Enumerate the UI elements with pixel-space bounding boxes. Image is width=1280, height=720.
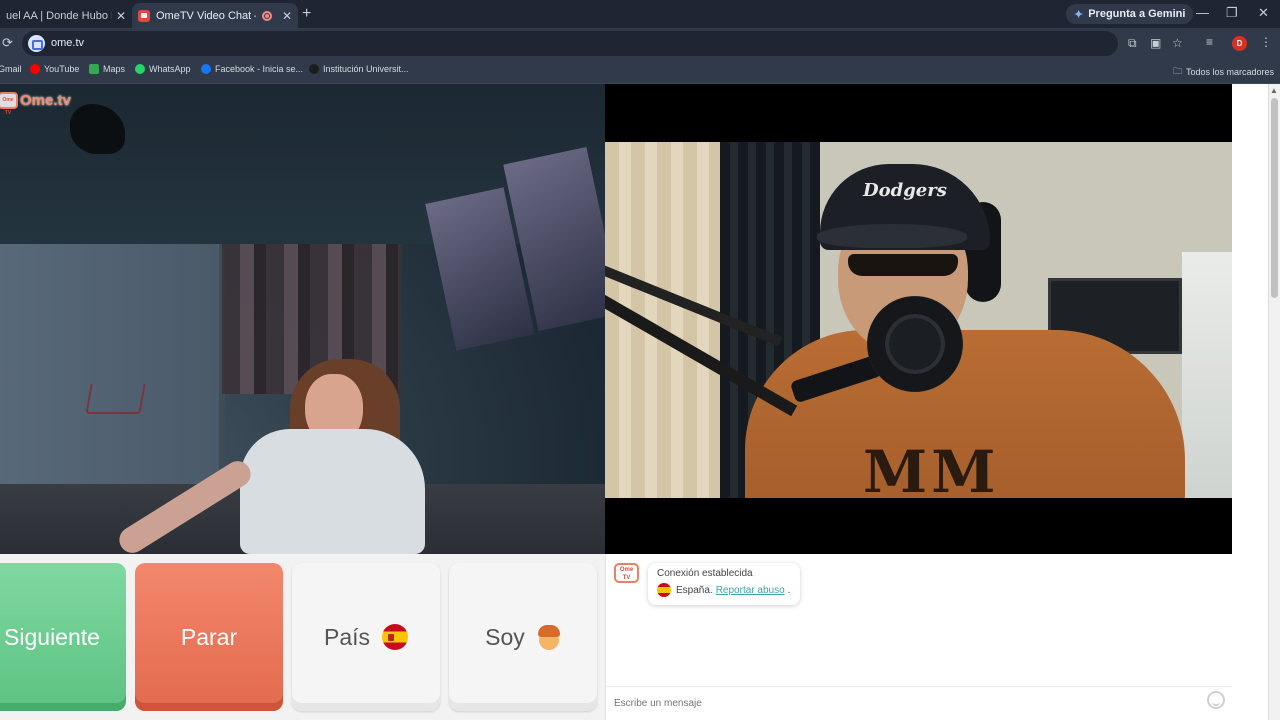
next-button[interactable]: Siguiente	[0, 563, 126, 711]
gender-button[interactable]: Soy	[449, 563, 597, 711]
translate-icon[interactable]: ⧉	[1128, 36, 1137, 51]
bookmark-institucion[interactable]: Institución Universit...	[309, 64, 409, 74]
boy-emoji-icon	[537, 624, 561, 650]
bookmark-whatsapp[interactable]: WhatsApp	[135, 64, 191, 74]
gender-label: Soy	[485, 623, 525, 650]
youtube-icon	[30, 64, 40, 74]
bookmark-star-icon[interactable]: ☆	[1172, 36, 1183, 50]
connection-status: Conexión establecida	[657, 568, 753, 579]
remote-video-frame: MM Dodgers	[605, 142, 1232, 498]
site-info-icon[interactable]	[28, 35, 45, 52]
ask-gemini-button[interactable]: ✦ Pregunta a Gemini	[1066, 4, 1194, 24]
ometv-page: Ome TV Ome.tv MM Dodgers Siguiente Parar…	[0, 84, 1280, 720]
minimize-button[interactable]: —	[1196, 5, 1209, 20]
tab-ometv[interactable]: OmeTV Video Chat — Ome ✕	[132, 3, 298, 28]
system-message: Conexión establecida España. Reportar ab…	[648, 563, 800, 605]
bookmark-youtube[interactable]: YouTube	[30, 64, 79, 74]
cap-visor	[817, 224, 967, 248]
restore-button[interactable]: ❐	[1226, 5, 1238, 21]
stop-button[interactable]: Parar	[135, 563, 283, 711]
browser-toolbar: ⟳ ome.tv ⧉ ▣ ☆ ≡ D ⋮	[0, 28, 1280, 59]
all-bookmarks[interactable]: 🗀 Todos los marcadores	[1173, 64, 1274, 80]
profile-avatar[interactable]: D	[1232, 36, 1247, 51]
tab-title: uel AA | Donde Hubo Fuego	[6, 9, 112, 22]
stop-label: Parar	[180, 623, 238, 650]
microphone	[867, 296, 963, 392]
close-icon[interactable]: ✕	[116, 9, 126, 23]
tab-title: OmeTV Video Chat — Ome	[156, 9, 256, 22]
report-abuse-link[interactable]: Reportar abuso	[716, 585, 785, 596]
chat-panel: Ome TV Conexión establecida España. Repo…	[605, 554, 1233, 720]
media-controls-icon[interactable]: ≡	[1206, 35, 1213, 49]
remote-video: MM Dodgers	[605, 84, 1232, 554]
cap-logo: Dodgers	[863, 180, 947, 201]
page-gutter	[1232, 84, 1268, 720]
address-bar[interactable]: ome.tv ⧉ ▣ ☆	[22, 31, 1183, 56]
spain-flag-icon	[657, 583, 671, 597]
shirt-print: MM	[863, 438, 1000, 498]
tv-logo-icon: Ome TV	[0, 92, 18, 116]
bookmark-gmail[interactable]: Gmail	[0, 64, 22, 74]
hanger	[85, 384, 146, 414]
facebook-icon	[201, 64, 211, 74]
country-label: País	[323, 623, 371, 650]
report-suffix: .	[787, 584, 791, 596]
scrollbar-thumb[interactable]	[1271, 98, 1278, 298]
institution-icon	[309, 64, 319, 74]
bookmarks-bar: Gmail YouTube Maps WhatsApp Facebook - I…	[0, 59, 1280, 84]
ometv-favicon-icon	[138, 9, 150, 22]
tab-strip: uel AA | Donde Hubo Fuego ✕ OmeTV Video …	[0, 0, 1280, 28]
url-text[interactable]: ome.tv	[51, 37, 84, 49]
country-button[interactable]: País	[292, 563, 440, 711]
scroll-up-icon[interactable]: ▲	[1270, 86, 1278, 95]
cast-icon[interactable]: ▣	[1150, 36, 1161, 50]
logo-wordmark: Ome.tv	[20, 92, 71, 109]
reload-icon[interactable]: ⟳	[2, 35, 13, 51]
menu-kebab-icon[interactable]: ⋮	[1260, 35, 1272, 49]
sunglasses	[848, 254, 958, 276]
message-input[interactable]	[606, 686, 1233, 720]
maps-icon	[89, 64, 99, 74]
emoji-icon[interactable]	[1207, 691, 1225, 709]
window-close-button[interactable]: ✕	[1258, 5, 1269, 21]
country-text: España.	[676, 584, 713, 596]
recording-icon	[261, 10, 272, 21]
new-tab-button[interactable]: +	[302, 5, 311, 23]
background-shelf	[1182, 252, 1232, 498]
gemini-label: Pregunta a Gemini	[1088, 8, 1186, 20]
ometv-chat-logo-icon: Ome TV	[614, 563, 639, 583]
whatsapp-icon	[135, 64, 145, 74]
ometv-logo[interactable]: Ome TV Ome.tv	[0, 92, 71, 116]
local-video: Ome TV Ome.tv	[0, 84, 605, 554]
tab-donde-hubo-fuego[interactable]: uel AA | Donde Hubo Fuego ✕	[0, 3, 132, 28]
next-label: Siguiente	[4, 623, 100, 650]
close-icon[interactable]: ✕	[282, 9, 292, 23]
spain-flag-icon	[382, 624, 409, 650]
folder-icon: 🗀	[1173, 66, 1183, 76]
chat-controls: Siguiente Parar País Soy	[0, 554, 605, 720]
person-shirt	[240, 429, 425, 554]
bookmark-maps[interactable]: Maps	[89, 64, 125, 74]
bookmark-facebook[interactable]: Facebook - Inicia se...	[201, 64, 303, 74]
gemini-sparkle-icon: ✦	[1074, 8, 1084, 21]
